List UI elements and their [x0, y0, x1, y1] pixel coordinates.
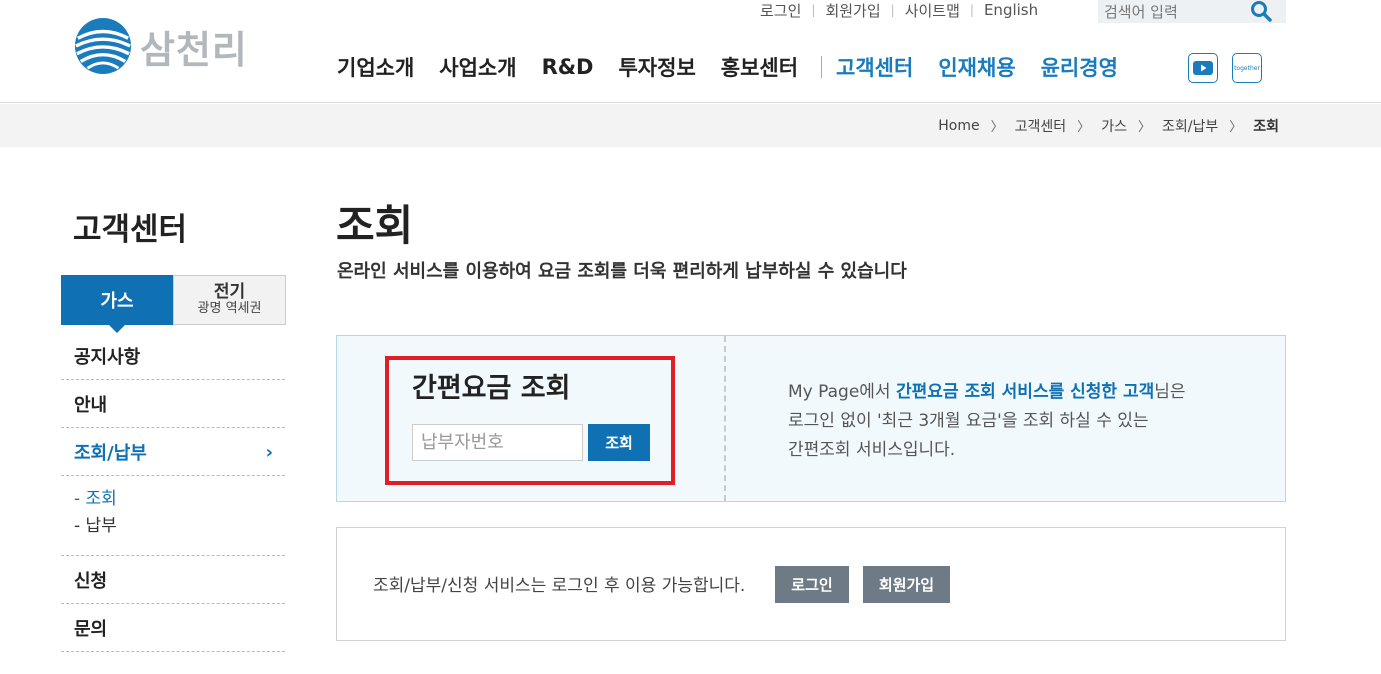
sidebar-item-label: 조회/납부: [74, 442, 147, 464]
utility-links: 로그인 | 회원가입 | 사이트맵 | English: [756, 0, 1048, 20]
info-line-2: 로그인 없이 '최근 3개월 요금'을 조회 하실 수 있는: [788, 411, 1149, 431]
page-description: 온라인 서비스를 이용하여 요금 조회를 더욱 편리하게 납부하실 수 있습니다: [337, 261, 907, 282]
signup-button[interactable]: 회원가입: [863, 566, 950, 603]
tab-electricity-label: 전기: [213, 282, 246, 302]
chevron-right-icon: 〉: [1229, 120, 1243, 135]
login-button[interactable]: 로그인: [775, 566, 849, 603]
breadcrumb-gas[interactable]: 가스: [1101, 116, 1127, 136]
nav-investor[interactable]: 투자정보: [618, 52, 695, 82]
together-icon: together: [1234, 64, 1260, 72]
nav-recruit[interactable]: 인재채용: [938, 52, 1015, 82]
main-navigation: 기업소개 사업소개 R&D 투자정보 홍보센터 고객센터 인재채용 윤리경영: [337, 48, 1143, 86]
chevron-right-icon: 〉: [990, 120, 1004, 135]
login-link[interactable]: 로그인: [756, 0, 811, 21]
breadcrumb-bar: Home 〉 고객센터 〉 가스 〉 조회/납부 〉 조회: [0, 104, 1381, 147]
info-line-3: 간편조회 서비스입니다.: [788, 440, 956, 460]
sidebar-item-notice[interactable]: 공지사항: [61, 332, 285, 380]
breadcrumb-inquiry-payment[interactable]: 조회/납부: [1162, 116, 1218, 136]
sitemap-link[interactable]: 사이트맵: [895, 0, 970, 21]
info-line-1-pre: My Page에서: [788, 382, 896, 402]
nav-company[interactable]: 기업소개: [337, 52, 414, 82]
sidebar-item-guide[interactable]: 안내: [61, 380, 285, 428]
sidebar-menu: 공지사항 안내 조회/납부 › - 조회 - 납부 신청 문의: [61, 332, 285, 652]
breadcrumb-current: 조회: [1253, 118, 1279, 135]
dashed-divider: [724, 336, 726, 501]
search-icon[interactable]: [1250, 0, 1272, 22]
search-box: [1098, 0, 1286, 23]
header: 삼천리 로그인 | 회원가입 | 사이트맵 | English 기업소개 사업소…: [0, 0, 1381, 103]
logo-globe-icon: [74, 17, 132, 75]
nav-ethics[interactable]: 윤리경영: [1041, 52, 1118, 82]
chevron-right-icon: 〉: [1137, 120, 1151, 135]
sidebar-item-inquiry-payment[interactable]: 조회/납부 ›: [61, 428, 285, 476]
search-input[interactable]: [1098, 2, 1248, 21]
sidebar-title: 고객센터: [73, 212, 188, 248]
sidebar-subitem-payment[interactable]: - 납부: [74, 513, 285, 540]
sidebar-subitem-inquiry[interactable]: - 조회: [74, 486, 285, 513]
chevron-right-icon: ›: [265, 442, 273, 463]
breadcrumb: Home 〉 고객센터 〉 가스 〉 조회/납부 〉 조회: [938, 104, 1279, 147]
nav-pr[interactable]: 홍보센터: [721, 52, 798, 82]
youtube-button[interactable]: [1188, 53, 1218, 83]
info-line-1-post: 님은: [1154, 382, 1186, 402]
youtube-icon: [1193, 61, 1213, 75]
tab-electricity[interactable]: 전기 광명 역세권: [173, 275, 286, 325]
login-notice-text: 조회/납부/신청 서비스는 로그인 후 이용 가능합니다.: [373, 576, 746, 596]
logo[interactable]: 삼천리: [74, 16, 248, 76]
nav-business[interactable]: 사업소개: [439, 52, 516, 82]
breadcrumb-home[interactable]: Home: [938, 118, 979, 134]
payer-number-input[interactable]: [412, 424, 583, 461]
inquiry-button[interactable]: 조회: [588, 424, 650, 461]
quick-inquiry-info: My Page에서 간편요금 조회 서비스를 신청한 고객님은 로그인 없이 '…: [788, 378, 1186, 465]
info-highlight: 간편요금 조회 서비스를 신청한 고객: [895, 382, 1155, 402]
together-button[interactable]: together: [1232, 53, 1262, 83]
nav-divider: [821, 56, 823, 78]
sidebar-submenu: - 조회 - 납부: [61, 476, 285, 556]
breadcrumb-customer[interactable]: 고객센터: [1015, 116, 1067, 136]
nav-customer[interactable]: 고객센터: [836, 52, 913, 82]
sidebar-item-apply[interactable]: 신청: [61, 556, 285, 604]
sidebar-tabs: 가스 전기 광명 역세권: [61, 275, 286, 333]
quick-inquiry-title: 간편요금 조회: [412, 373, 571, 404]
nav-rnd[interactable]: R&D: [542, 55, 594, 79]
tab-gas[interactable]: 가스: [61, 275, 173, 333]
logo-text: 삼천리: [140, 27, 248, 72]
tab-electricity-sublabel: 광명 역세권: [197, 301, 262, 316]
english-link[interactable]: English: [974, 1, 1048, 19]
sidebar-item-contact[interactable]: 문의: [61, 604, 285, 652]
info-line-1: My Page에서 간편요금 조회 서비스를 신청한 고객님은: [788, 378, 1186, 407]
chevron-right-icon: 〉: [1077, 120, 1091, 135]
signup-link[interactable]: 회원가입: [815, 0, 890, 21]
page-title: 조회: [336, 201, 414, 250]
